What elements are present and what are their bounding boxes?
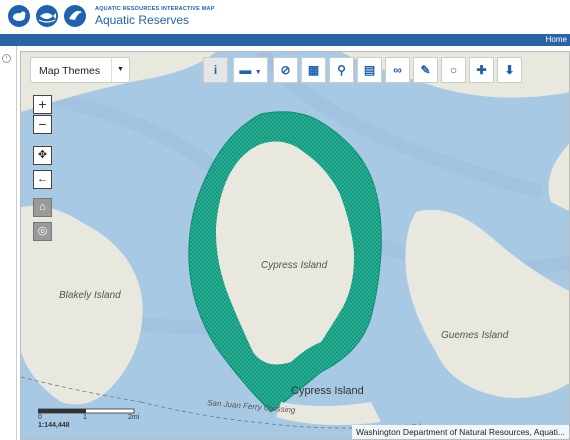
scale-bar: 0 1 2mi 1:144,448 xyxy=(38,408,148,432)
wrench-icon[interactable]: ✎ xyxy=(413,57,438,83)
header: AQUATIC RESOURCES INTERACTIVE MAP Aquati… xyxy=(0,0,570,34)
scale-tick-2: 2mi xyxy=(128,414,140,421)
expand-panel-icon[interactable]: › xyxy=(2,54,11,63)
link-icon[interactable]: ∞ xyxy=(385,57,410,83)
comment-icon[interactable]: ○ xyxy=(441,57,466,83)
side-panel-rail: › xyxy=(0,46,17,440)
info-icon[interactable]: i xyxy=(203,57,228,83)
app-title: Aquatic Reserves xyxy=(95,13,190,27)
guemes-island-label: Guemes Island xyxy=(441,330,509,341)
home-link[interactable]: Home xyxy=(546,34,567,46)
map-themes-label: Map Themes xyxy=(39,65,101,77)
clear-icon[interactable]: ⊘ xyxy=(273,57,298,83)
blakely-island-label: Blakely Island xyxy=(59,290,121,301)
scale-bar-graphic xyxy=(38,408,135,414)
home-extent-icon[interactable]: ⌂ xyxy=(33,198,52,217)
seal-icon xyxy=(8,5,30,27)
bird-icon xyxy=(64,5,86,27)
zoom-out-button[interactable]: − xyxy=(33,115,52,134)
map-attribution[interactable]: Washington Department of Natural Resourc… xyxy=(352,425,569,439)
zoom-in-button[interactable]: + xyxy=(33,95,52,114)
layers-grid-icon[interactable]: ▦ xyxy=(301,57,326,83)
cypress-island-label: Cypress Island xyxy=(261,260,328,271)
locate-icon[interactable]: ◎ xyxy=(33,222,52,241)
scale-tick-0: 0 xyxy=(38,414,42,421)
map-themes-dropdown[interactable]: Map Themes ▼ xyxy=(30,57,130,83)
back-arrow-icon[interactable]: ← xyxy=(33,170,52,189)
add-icon[interactable]: ✚ xyxy=(469,57,494,83)
pan-icon[interactable]: ✥ xyxy=(33,146,52,165)
rectangle-select-icon[interactable]: ▬ ▼ xyxy=(233,57,268,83)
map-canvas[interactable] xyxy=(21,52,570,440)
cypress-island-place-label: Cypress Island xyxy=(291,385,364,397)
scale-ratio: 1:144,448 xyxy=(38,422,70,429)
app-subtitle: AQUATIC RESOURCES INTERACTIVE MAP xyxy=(95,6,215,12)
map-view[interactable]: Cypress Island Blakely Island Guemes Isl… xyxy=(20,51,570,440)
book-icon[interactable]: ▤ xyxy=(357,57,382,83)
nav-bar: Home xyxy=(0,34,570,46)
scale-tick-1: 1 xyxy=(83,414,87,421)
download-icon[interactable]: ⬇ xyxy=(497,57,522,83)
chevron-down-icon: ▼ xyxy=(111,58,129,82)
fish-icon xyxy=(36,5,58,27)
search-icon[interactable]: ⚲ xyxy=(329,57,354,83)
